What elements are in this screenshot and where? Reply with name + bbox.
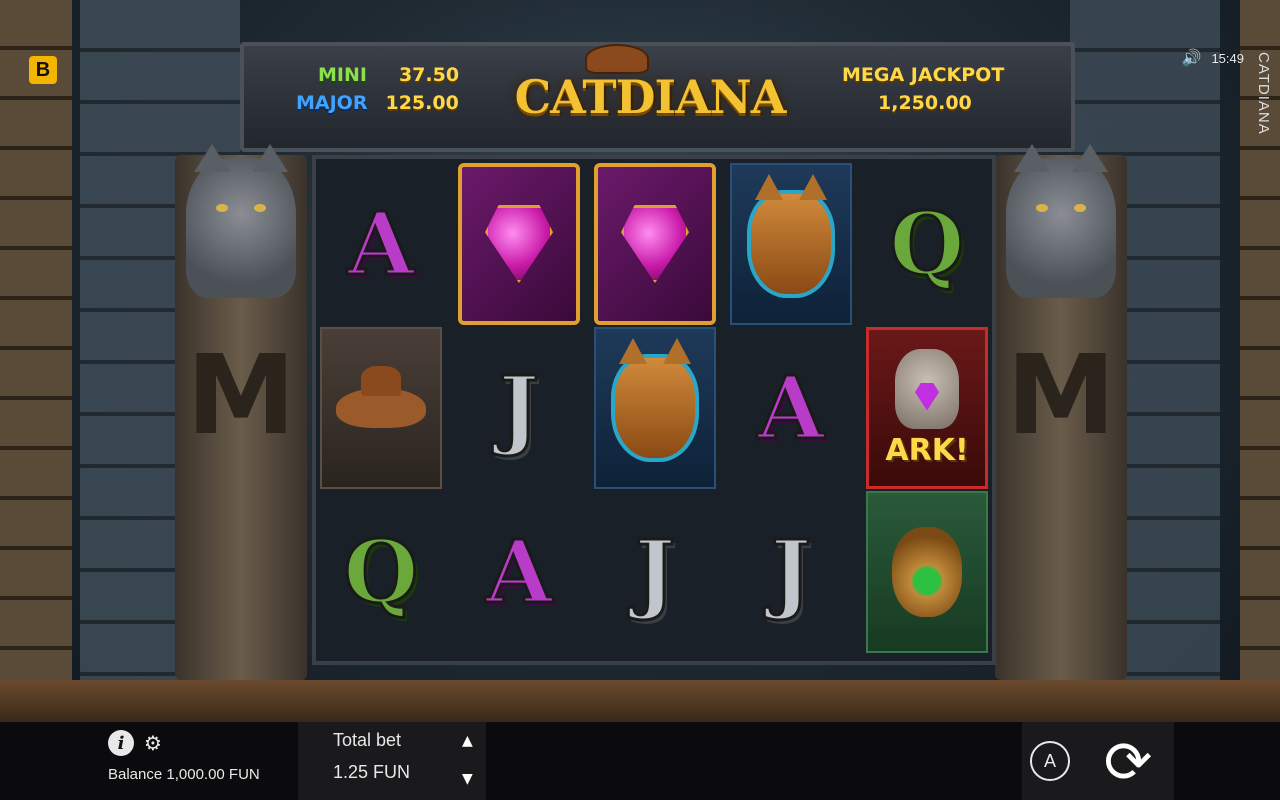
reel-3-row-1 [594,163,716,325]
reel-2-row-2: J [458,327,580,489]
spin-icon[interactable]: ⟳ [1096,730,1160,794]
mega-jackpot-value: 1,250.00 [878,92,972,114]
reel-5-row-3 [866,491,988,653]
ark-cat-symbol [895,348,959,429]
reel-1-row-2 [320,327,442,489]
reel-3-row-2 [594,327,716,489]
pillar-glyph-left: M [186,331,296,459]
amulet-symbol [892,527,962,617]
speaker-icon[interactable]: 🔊 [1182,48,1202,68]
gear-icon[interactable]: ⚙ [144,731,162,755]
major-jackpot-label: MAJOR [296,92,368,114]
symbol-q: Q [888,192,966,296]
symbol-j: J [497,356,541,460]
hat-whip-symbol [336,366,426,428]
temple-floor [0,680,1280,722]
symbol-j: J [769,520,813,624]
total-bet-label: Total bet [333,730,402,750]
symbol-a: A [756,356,826,460]
major-jackpot: MAJOR 125.00 [296,92,459,114]
reel-grid: A Q J A J A J Q ARK! [312,155,996,665]
game-logo: CATDIANA [514,70,787,124]
reel-4-row-2: A [730,327,852,489]
pillar-glyph-right: M [1006,331,1116,459]
ark-label: ARK! [885,432,969,468]
balance-display: Balance 1,000.00 FUN [108,766,260,783]
reel-4-row-3: J [730,491,852,653]
clock: 15:49 [1211,50,1244,66]
info-icon[interactable]: i [108,730,134,756]
status-area: 🔊 15:49 [1182,48,1244,68]
reel-2-row-3: A [458,491,580,653]
cat-mask-symbol [611,338,699,462]
cat-mask-symbol [747,174,835,298]
reel-5-row-1: Q [866,163,988,325]
reel-4-row-1 [730,163,852,325]
triangle-down-icon[interactable]: ▼ [462,771,473,787]
cat-statue-right [1006,144,1116,298]
game-title-vertical: CATDIANA [1255,52,1272,135]
symbol-a: A [484,520,554,624]
temple-wall-left [0,0,72,720]
mini-jackpot-value: 37.50 [398,64,460,86]
symbol-a: A [346,192,416,296]
reel-2-row-1 [458,163,580,325]
symbol-q: Q [342,520,420,624]
autoplay-button[interactable]: A [1030,741,1070,781]
reel-3-row-3: J [594,491,716,653]
cat-statue-left [186,144,296,298]
mini-jackpot: MINI 37.50 [318,64,459,86]
gem-symbol [485,205,553,283]
total-bet-value: 1.25 FUN [333,762,411,782]
major-jackpot-value: 125.00 [385,92,459,114]
symbol-j: J [633,520,677,624]
triangle-up-icon[interactable]: ▲ [462,733,473,749]
brand-badge: B [29,56,57,84]
mega-jackpot-label: MEGA JACKPOT [842,64,1005,86]
gem-symbol [621,205,689,283]
mini-jackpot-label: MINI [318,64,367,86]
reel-1-row-1: A [320,163,442,325]
reel-5-row-2: ARK! [866,327,988,489]
reel-1-row-3: Q [320,491,442,653]
